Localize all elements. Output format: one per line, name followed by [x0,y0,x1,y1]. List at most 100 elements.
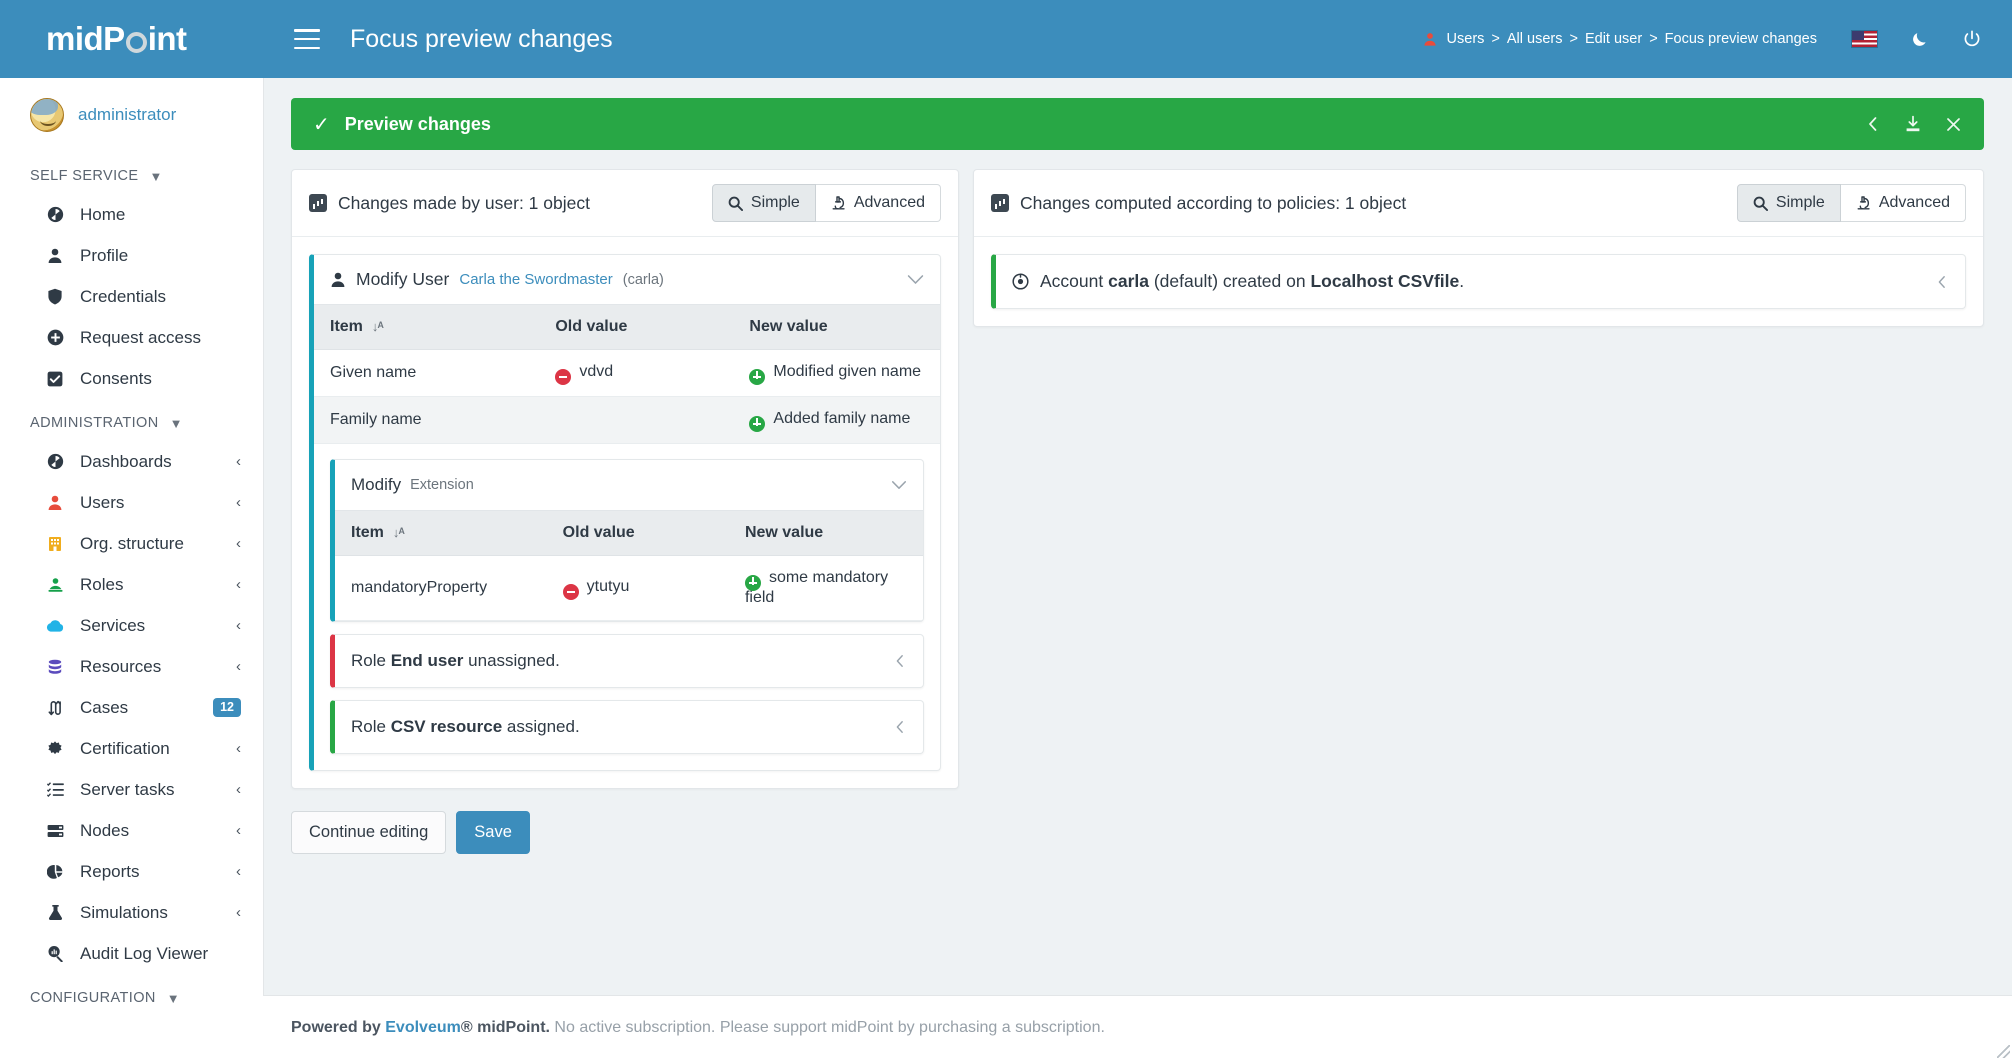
sidebar-item-server-tasks[interactable]: Server tasks ‹ [0,769,263,810]
sidebar-item-profile[interactable]: Profile [0,235,263,276]
modify-user-delta-header[interactable]: Modify User Carla the Swordmaster (carla… [314,255,940,304]
chevron-left-icon: ‹ [236,904,241,921]
brand-pre: mid [46,20,103,58]
page-title: Focus preview changes [350,25,613,54]
sidebar-item-nodes[interactable]: Nodes ‹ [0,810,263,851]
sidebar-item-resources[interactable]: Resources ‹ [0,646,263,687]
role-unassigned-row[interactable]: Role End user unassigned. [330,634,924,688]
chevron-left-icon[interactable] [893,653,907,669]
col-item[interactable]: Item↓​ ᴬ [335,511,547,556]
delta-object-link[interactable]: Carla the Swordmaster [459,271,612,288]
role-name: End user [391,651,464,670]
continue-editing-button[interactable]: Continue editing [291,811,446,854]
right-panel-body: Account carla (default) created on Local… [974,237,1983,326]
account-created-row[interactable]: Account carla (default) created on Local… [991,254,1966,309]
table-row: mandatoryProperty ytutyu some mandatory … [335,556,923,621]
col-item[interactable]: Item↓​ ᴬ [314,305,539,350]
breadcrumb-item-edit-user[interactable]: Edit user [1585,31,1642,47]
sub-delta-name: Extension [410,477,474,493]
sidebar-group-self-service[interactable]: SELF SERVICE ▼ [0,152,263,194]
account-text: Account carla (default) created on Local… [1040,271,1464,292]
tab-advanced-label: Advanced [854,193,925,213]
moon-icon[interactable] [1910,29,1930,49]
sidebar-item-credentials[interactable]: Credentials [0,276,263,317]
breadcrumb-item-focus-preview[interactable]: Focus preview changes [1665,31,1817,47]
sidebar-item-roles[interactable]: Roles ‹ [0,564,263,605]
modify-extension-header[interactable]: Modify Extension [335,460,923,510]
role-assigned-row[interactable]: Role CSV resource assigned. [330,700,924,754]
sidebar-content: administrator SELF SERVICE ▼ Home Profil… [0,78,263,1046]
sidebar-group-label: ADMINISTRATION [30,415,159,431]
brand-post: int [148,20,187,58]
sidebar-item-audit-log-viewer[interactable]: Audit Log Viewer [0,933,263,974]
hamburger-icon[interactable] [294,29,320,49]
footer-evolveum-link[interactable]: Evolveum [385,1019,461,1036]
sidebar-user-panel[interactable]: administrator [0,78,263,152]
chevron-down-icon[interactable] [907,274,924,285]
chevron-left-icon[interactable] [1935,274,1949,290]
sidebar-item-request-access[interactable]: Request access [0,317,263,358]
delta-object-oid: (carla) [623,272,664,288]
sidebar-group-configuration[interactable]: CONFIGURATION ▼ [0,974,263,1016]
tab-simple[interactable]: Simple [712,184,816,222]
sidebar-item-cases[interactable]: Cases 12 [0,687,263,728]
sidebar-item-org-structure[interactable]: Org. structure ‹ [0,523,263,564]
form-actions: Continue editing Save [263,789,2012,854]
window-resize-handle[interactable] [1997,1045,2010,1058]
sidebar-item-label: Server tasks [80,780,222,800]
sidebar-item-simulations[interactable]: Simulations ‹ [0,892,263,933]
sidebar-group-label: CONFIGURATION [30,990,156,1006]
microscope-icon [831,195,846,211]
tab-advanced[interactable]: Advanced [816,184,941,222]
chevron-left-icon[interactable] [893,719,907,735]
download-icon[interactable] [1904,115,1922,133]
chevron-left-icon[interactable] [1865,115,1881,133]
flask-icon [44,904,66,921]
sidebar-item-services[interactable]: Services ‹ [0,605,263,646]
sidebar-item-reports[interactable]: Reports ‹ [0,851,263,892]
close-icon[interactable] [1945,116,1962,133]
plus-circle-icon [44,329,66,346]
sidebar-item-users[interactable]: Users ‹ [0,482,263,523]
role-text: Role CSV resource assigned. [351,717,580,737]
table-row: Given name vdvd Modified given name [314,350,940,397]
us-flag-icon[interactable] [1851,30,1878,48]
new-value-text: Added family name [773,410,910,427]
header-right: Users > All users > Edit user > Focus pr… [1423,29,2012,49]
brand-logo[interactable]: midPint [0,0,263,78]
power-icon[interactable] [1962,29,1982,49]
breadcrumb-item-users[interactable]: Users [1447,31,1485,47]
minus-icon [555,369,571,385]
tasks-icon [44,782,66,797]
chevron-left-icon: ‹ [236,863,241,880]
chevron-left-icon: ‹ [236,535,241,552]
tab-simple[interactable]: Simple [1737,184,1841,222]
save-button[interactable]: Save [456,811,530,854]
breadcrumb-user-icon [1423,32,1437,47]
right-view-toggle: Simple Advanced [1737,184,1966,222]
alert-title: Preview changes [345,114,491,135]
breadcrumb-item-all-users[interactable]: All users [1507,31,1563,47]
breadcrumb-sep-3: > [1649,31,1657,47]
account-prefix: Account [1040,271,1108,291]
footer-notice: No active subscription. Please support m… [550,1019,1105,1036]
sidebar-user-name[interactable]: administrator [78,105,176,125]
sidebar[interactable]: administrator SELF SERVICE ▼ Home Profil… [0,78,263,1060]
sidebar-item-consents[interactable]: Consents [0,358,263,399]
sidebar-item-home[interactable]: Home [0,194,263,235]
chevron-down-icon[interactable] [891,480,907,490]
tab-advanced[interactable]: Advanced [1841,184,1966,222]
sidebar-group-administration[interactable]: ADMINISTRATION ▼ [0,399,263,441]
tab-simple-label: Simple [1776,193,1825,213]
search-icon [728,196,743,211]
tab-simple-label: Simple [751,193,800,213]
cell-new-value: Modified given name [733,350,940,397]
new-value-text: Modified given name [773,363,921,380]
sidebar-item-label: Resources [80,657,222,677]
chart-icon [309,194,327,212]
col-new-value: New value [733,305,940,350]
delta-card-spacer [314,754,940,770]
sidebar-item-certification[interactable]: Certification ‹ [0,728,263,769]
col-old-value: Old value [539,305,733,350]
sidebar-item-dashboards[interactable]: Dashboards ‹ [0,441,263,482]
